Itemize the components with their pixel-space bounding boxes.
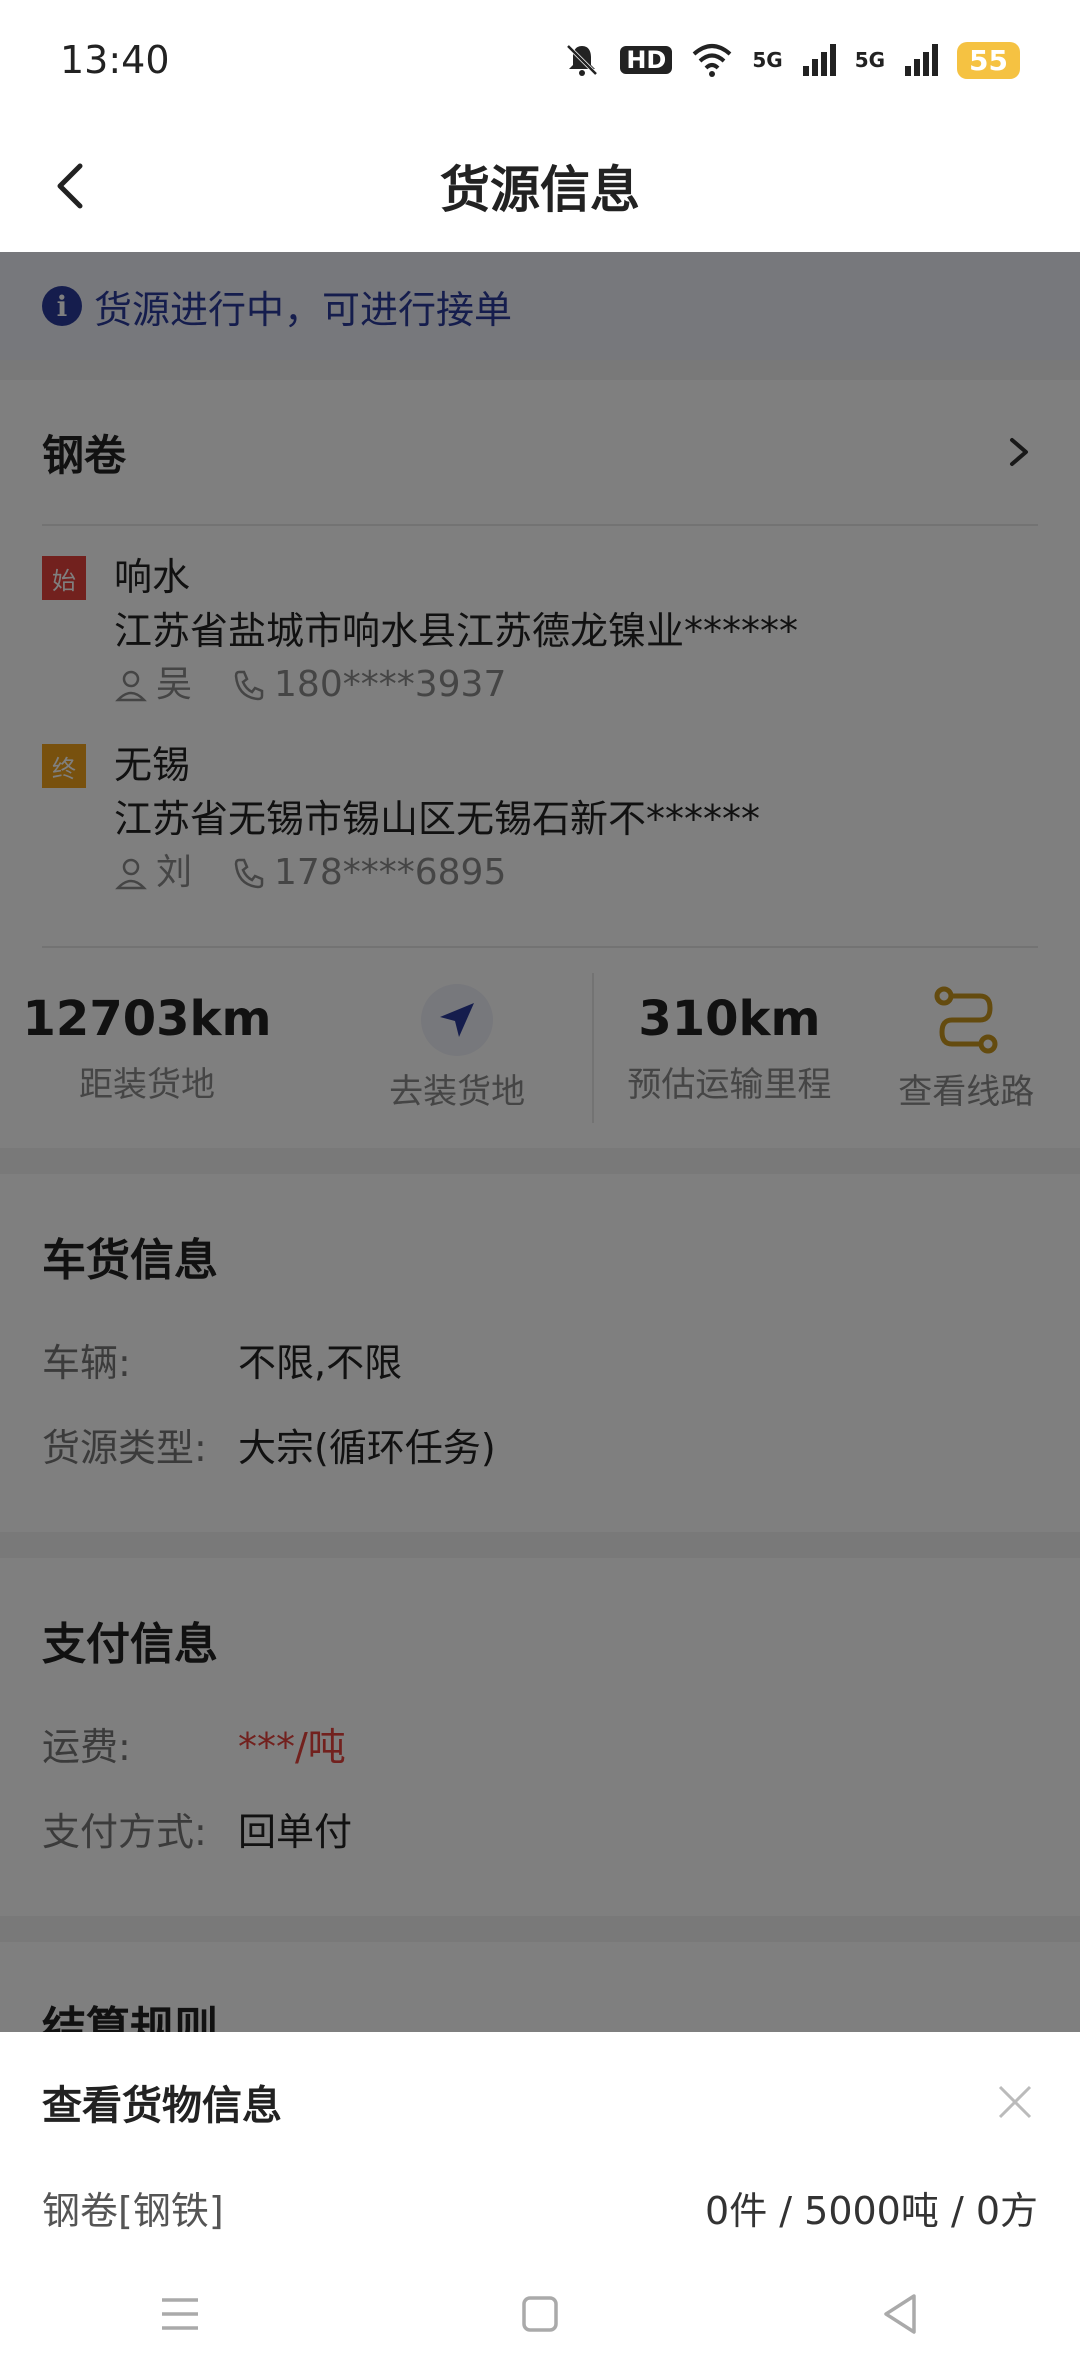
menu-icon bbox=[162, 2298, 198, 2330]
route-icon bbox=[934, 986, 998, 1053]
payment-method-key: 支付方式: bbox=[42, 1810, 207, 1854]
origin-stop: 始 响水 江苏省盐城市响水县江苏德龙镍业****** 吴 180****3937 bbox=[42, 550, 1038, 712]
payment-method-row: 支付方式: 回单付 bbox=[42, 1801, 1038, 1856]
end-badge: 终 bbox=[42, 744, 86, 788]
person-icon bbox=[115, 858, 147, 890]
vehicle-value: 不限,不限 bbox=[238, 1341, 403, 1385]
app-header: 货源信息 bbox=[0, 120, 1080, 252]
navigation-arrow-icon bbox=[440, 1002, 475, 1037]
freight-value: ***/吨 bbox=[238, 1725, 346, 1769]
status-time: 13:40 bbox=[60, 38, 170, 82]
distance-to-load-value: 12703km bbox=[22, 990, 272, 1047]
wifi-icon bbox=[693, 44, 732, 77]
back-arrow-icon[interactable] bbox=[42, 156, 102, 216]
vehicle-key: 车辆: bbox=[42, 1341, 131, 1385]
origin-contact: 吴 180****3937 bbox=[114, 658, 798, 712]
estimated-distance-label: 预估运输里程 bbox=[627, 1064, 832, 1105]
person-icon bbox=[115, 670, 147, 702]
estimated-distance-value: 310km bbox=[638, 990, 821, 1047]
bell-muted-icon bbox=[566, 44, 598, 76]
settlement-section: 结算规则 结算规则: 无 bbox=[0, 1942, 1080, 2032]
vehicle-row: 车辆: 不限,不限 bbox=[42, 1332, 1038, 1387]
freight-key: 运费: bbox=[42, 1725, 131, 1769]
start-badge: 始 bbox=[42, 556, 86, 600]
home-nav-button[interactable] bbox=[500, 2274, 580, 2354]
cargo-card: 钢卷 始 响水 江苏省盐城市响水县江苏德龙镍业****** 吴 180****3… bbox=[0, 380, 1080, 1148]
sheet-title: 查看货物信息 bbox=[42, 2083, 282, 2129]
close-icon[interactable] bbox=[992, 2079, 1038, 2125]
estimated-distance: 310km 预估运输里程 bbox=[624, 991, 834, 1106]
chevron-right-icon bbox=[1010, 438, 1028, 466]
back-nav-button[interactable] bbox=[860, 2274, 940, 2354]
main-content: i 货源进行中，可进行接单 钢卷 始 响水 江苏省盐城市响水县江苏德龙镍业***… bbox=[0, 252, 1080, 2032]
notice-text: 货源进行中，可进行接单 bbox=[94, 287, 513, 332]
hd-icon: HD bbox=[620, 46, 673, 74]
payment-info-title: 支付信息 bbox=[42, 1619, 218, 1670]
cargo-item-name: 钢卷[钢铁] bbox=[42, 2188, 224, 2233]
freight-row: 运费: ***/吨 bbox=[42, 1716, 1038, 1771]
page-title: 货源信息 bbox=[440, 161, 640, 219]
origin-contact-name: 吴 bbox=[156, 664, 193, 705]
view-route-button[interactable]: 查看线路 bbox=[895, 984, 1038, 1113]
cargo-type-row: 货源类型: 大宗(循环任务) bbox=[42, 1417, 1038, 1472]
status-notice: i 货源进行中，可进行接单 bbox=[0, 252, 1080, 360]
destination-city: 无锡 bbox=[114, 743, 191, 787]
signal-5g-label-2: 5G bbox=[854, 48, 886, 72]
vehicle-info-title: 车货信息 bbox=[42, 1235, 218, 1286]
payment-method-value: 回单付 bbox=[238, 1810, 353, 1854]
cargo-name: 钢卷 bbox=[42, 430, 127, 480]
distance-to-load: 12703km 距装货地 bbox=[23, 991, 272, 1106]
cargo-item-quantity: 0件 / 5000吨 / 0方 bbox=[705, 2188, 1038, 2233]
destination-address: 江苏省无锡市锡山区无锡石新不****** bbox=[114, 797, 761, 841]
destination-phone[interactable]: 178****6895 bbox=[274, 846, 506, 900]
sheet-header: 查看货物信息 bbox=[0, 2032, 1080, 2172]
status-bar: 13:40 HD 5G 5G 55 bbox=[0, 0, 1080, 120]
signal-bars-icon-2 bbox=[905, 44, 939, 76]
system-nav-bar bbox=[0, 2252, 1080, 2376]
cargo-title-row[interactable]: 钢卷 bbox=[42, 380, 1038, 526]
info-icon: i bbox=[42, 286, 82, 326]
destination-contact: 刘 178****6895 bbox=[114, 846, 760, 900]
cargo-item-row: 钢卷[钢铁] 0件 / 5000吨 / 0方 bbox=[0, 2172, 1080, 2242]
distance-to-load-label: 距装货地 bbox=[79, 1064, 215, 1105]
route-info: 始 响水 江苏省盐城市响水县江苏德龙镍业****** 吴 180****3937 bbox=[42, 526, 1038, 948]
go-to-load-label: 去装货地 bbox=[389, 1071, 526, 1112]
phone-icon[interactable] bbox=[232, 668, 266, 702]
settlement-title: 结算规则 bbox=[42, 2003, 218, 2032]
go-to-load-button[interactable]: 去装货地 bbox=[352, 983, 562, 1113]
vehicle-info-section: 车货信息 车辆: 不限,不限 货源类型: 大宗(循环任务) bbox=[0, 1174, 1080, 1532]
payment-info-section: 支付信息 运费: ***/吨 支付方式: 回单付 bbox=[0, 1558, 1080, 1916]
signal-bars-icon bbox=[802, 44, 836, 76]
destination-contact-name: 刘 bbox=[156, 852, 193, 893]
back-triangle-icon bbox=[884, 2294, 916, 2334]
view-route-label: 查看线路 bbox=[898, 1071, 1035, 1112]
menu-nav-button[interactable] bbox=[140, 2274, 220, 2354]
cargo-type-value: 大宗(循环任务) bbox=[238, 1426, 496, 1470]
distance-stats: 12703km 距装货地 去装货地 310km 预估运输里程 查看线路 bbox=[23, 948, 1038, 1148]
signal-5g-label: 5G bbox=[752, 48, 783, 72]
destination-stop: 终 无锡 江苏省无锡市锡山区无锡石新不****** 刘 178****6895 bbox=[42, 738, 1038, 900]
origin-address: 江苏省盐城市响水县江苏德龙镍业****** bbox=[114, 609, 799, 653]
stats-divider bbox=[592, 973, 595, 1123]
status-icons: HD 5G 5G 55 bbox=[562, 40, 1020, 80]
battery-indicator: 55 bbox=[957, 41, 1020, 79]
phone-icon[interactable] bbox=[232, 856, 266, 890]
origin-city: 响水 bbox=[114, 555, 191, 599]
origin-phone[interactable]: 180****3937 bbox=[274, 658, 506, 712]
cargo-type-key: 货源类型: bbox=[42, 1426, 207, 1470]
home-square-icon bbox=[522, 2296, 558, 2332]
